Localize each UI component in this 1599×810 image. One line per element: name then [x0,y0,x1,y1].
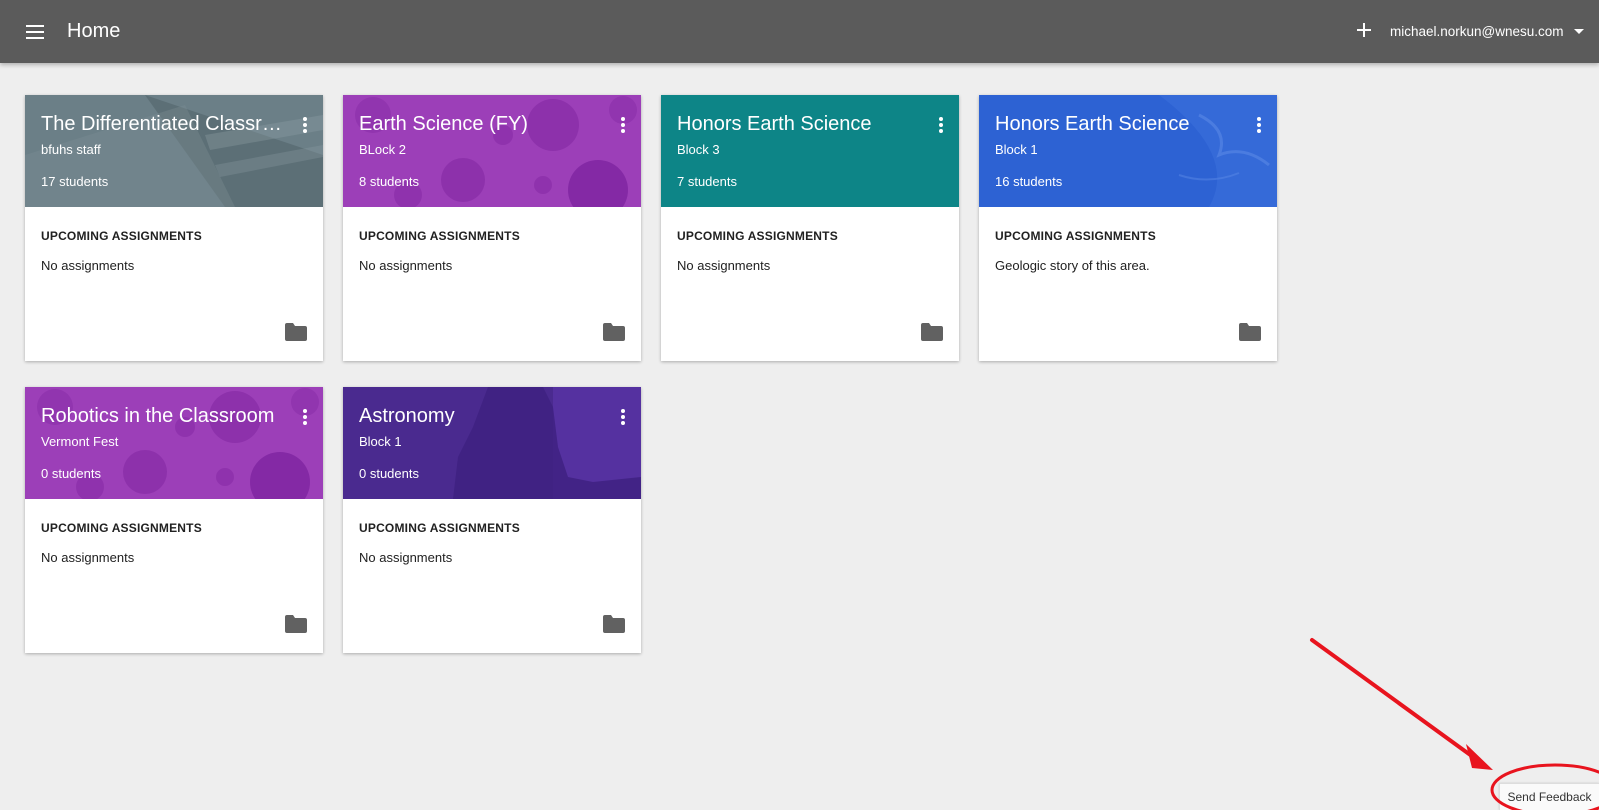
plus-icon[interactable] [1351,17,1377,43]
upcoming-assignments-heading: UPCOMING ASSIGNMENTS [677,229,838,243]
page-title: Home [67,20,121,42]
class-card[interactable]: The Differentiated Classro... bfuhs staf… [25,95,323,361]
class-card-header[interactable]: Astronomy Block 1 0 students [343,387,641,499]
assignment-text: No assignments [359,258,453,273]
class-card-header[interactable]: Honors Earth Science Block 3 7 students [661,95,959,207]
folder-icon[interactable] [921,323,943,341]
class-title[interactable]: Earth Science (FY) [359,113,607,136]
class-card-header[interactable]: Honors Earth Science Block 1 16 students [979,95,1277,207]
class-section: BLock 2 [359,142,406,157]
upcoming-assignments-heading: UPCOMING ASSIGNMENTS [41,521,202,535]
more-vert-icon[interactable] [617,115,629,135]
top-app-bar: Home michael.norkun@wnesu.com [0,0,1599,63]
class-title[interactable]: Astronomy [359,405,607,428]
class-card[interactable]: Earth Science (FY) BLock 2 8 students UP… [343,95,641,361]
class-card-header[interactable]: Robotics in the Classroom Vermont Fest 0… [25,387,323,499]
folder-icon[interactable] [1239,323,1261,341]
assignment-text: No assignments [359,550,453,565]
class-section: Block 1 [995,142,1038,157]
red-arrow-icon [1310,638,1482,764]
upcoming-assignments-heading: UPCOMING ASSIGNMENTS [359,229,520,243]
class-title[interactable]: Robotics in the Classroom [41,405,289,428]
student-count: 17 students [41,174,109,189]
assignment-link[interactable]: Geologic story of this area. [995,258,1150,273]
student-count: 0 students [41,466,101,481]
send-feedback-button[interactable]: Send Feedback [1499,783,1599,810]
upcoming-assignments-heading: UPCOMING ASSIGNMENTS [41,229,202,243]
more-vert-icon[interactable] [617,407,629,427]
folder-icon[interactable] [285,615,307,633]
student-count: 0 students [359,466,419,481]
student-count: 7 students [677,174,737,189]
student-count: 8 students [359,174,419,189]
more-vert-icon[interactable] [935,115,947,135]
assignment-text: No assignments [677,258,771,273]
class-section: bfuhs staff [41,142,101,157]
class-section: Vermont Fest [41,434,119,449]
class-title[interactable]: Honors Earth Science [995,113,1243,136]
student-count: 16 students [995,174,1063,189]
hamburger-menu-icon[interactable] [22,20,48,44]
account-email: michael.norkun@wnesu.com [1390,24,1564,39]
assignment-text: No assignments [41,258,135,273]
account-menu[interactable]: michael.norkun@wnesu.com [1390,24,1584,39]
more-vert-icon[interactable] [1253,115,1265,135]
class-section: Block 3 [677,142,720,157]
class-card[interactable]: Honors Earth Science Block 3 7 students … [661,95,959,361]
chevron-down-icon [1573,29,1584,34]
more-vert-icon[interactable] [299,115,311,135]
assignment-text: No assignments [41,550,135,565]
class-section: Block 1 [359,434,402,449]
class-card[interactable]: Astronomy Block 1 0 students UPCOMING AS… [343,387,641,653]
class-title[interactable]: The Differentiated Classro... [41,113,289,136]
class-card-header[interactable]: The Differentiated Classro... bfuhs staf… [25,95,323,207]
red-arrowhead-icon [1466,744,1493,770]
more-vert-icon[interactable] [299,407,311,427]
class-card[interactable]: Honors Earth Science Block 1 16 students… [979,95,1277,361]
class-card[interactable]: Robotics in the Classroom Vermont Fest 0… [25,387,323,653]
folder-icon[interactable] [285,323,307,341]
class-card-header[interactable]: Earth Science (FY) BLock 2 8 students [343,95,641,207]
upcoming-assignments-heading: UPCOMING ASSIGNMENTS [995,229,1156,243]
upcoming-assignments-heading: UPCOMING ASSIGNMENTS [359,521,520,535]
class-title[interactable]: Honors Earth Science [677,113,925,136]
folder-icon[interactable] [603,615,625,633]
folder-icon[interactable] [603,323,625,341]
